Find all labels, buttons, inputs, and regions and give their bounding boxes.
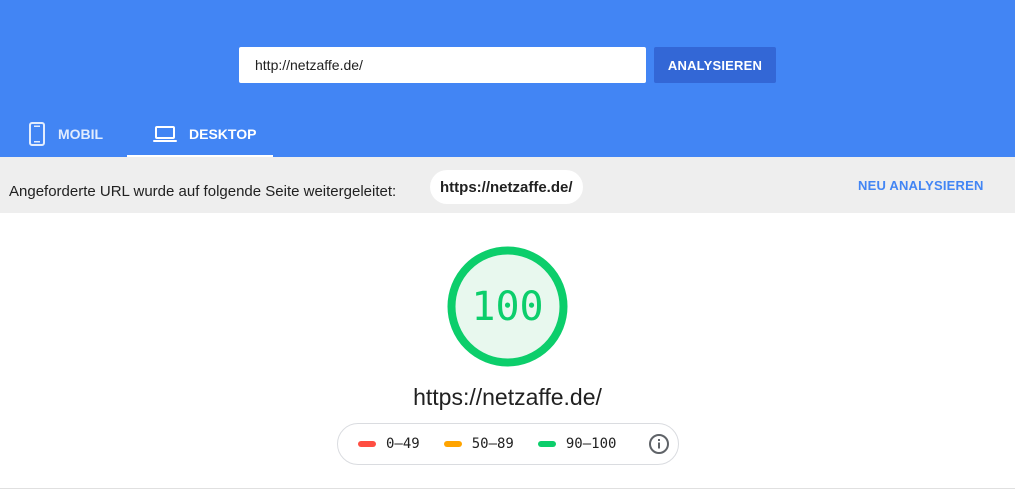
tab-mobil-label: MOBIL — [58, 125, 104, 142]
analyze-button[interactable]: ANALYSIEREN — [654, 47, 776, 83]
reanalyze-button[interactable]: NEU ANALYSIEREN — [858, 175, 984, 195]
tab-desktop[interactable]: DESKTOP — [127, 110, 273, 157]
legend-range-fail: 0–49 — [386, 436, 420, 452]
tab-desktop-label: DESKTOP — [189, 125, 257, 142]
header: ANALYSIEREN MOBIL DESKTOP — [0, 0, 1015, 157]
redirect-message: Angeforderte URL wurde auf folgende Seit… — [9, 183, 397, 200]
pass-swatch — [537, 441, 556, 447]
legend-range-average: 50–89 — [471, 436, 514, 452]
performance-score: 100 — [471, 283, 544, 330]
smartphone-icon — [28, 121, 46, 146]
tab-mobil[interactable]: MOBIL — [0, 110, 127, 157]
legend-item-pass: 90–100 — [537, 436, 617, 452]
score-legend: 0–49 50–89 90–100 — [337, 423, 679, 465]
legend-range-pass: 90–100 — [565, 436, 617, 452]
report-url: https://netzaffe.de/ — [413, 384, 602, 410]
legend-item-average: 50–89 — [443, 436, 514, 452]
redirect-url: https://netzaffe.de/ — [440, 178, 573, 196]
average-swatch — [443, 441, 462, 447]
url-input[interactable] — [239, 47, 646, 83]
legend-item-fail: 0–49 — [358, 436, 420, 452]
redirect-url-chip: https://netzaffe.de/ — [430, 170, 583, 204]
info-icon[interactable] — [648, 433, 670, 455]
bottom-divider — [0, 488, 1015, 489]
laptop-icon — [153, 125, 177, 143]
fail-swatch — [358, 441, 376, 447]
